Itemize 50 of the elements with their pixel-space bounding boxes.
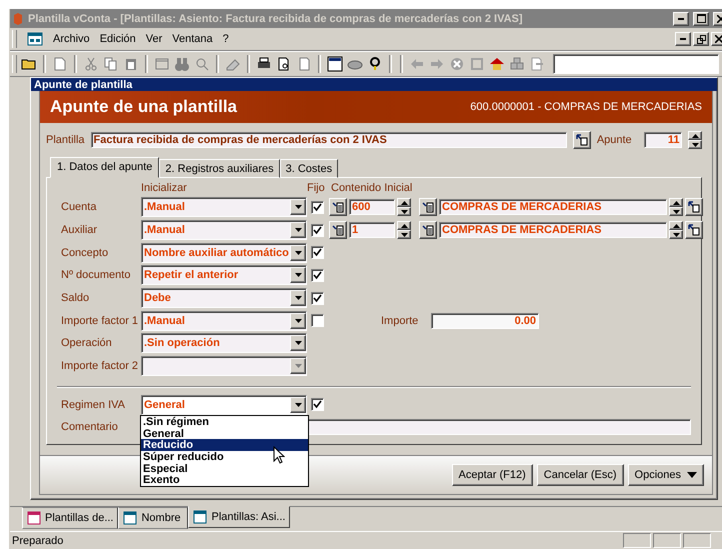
tab[interactable]: 2. Registros auxiliares — [159, 159, 280, 178]
dropdown[interactable]: Repetir el anterior — [141, 265, 307, 286]
column-header: Inicializar — [141, 182, 188, 196]
field-label: Operación — [61, 337, 113, 350]
menu-item[interactable]: Edición — [100, 33, 136, 45]
field-label: Nº documento — [61, 269, 132, 282]
dropdown[interactable]: .Sin operación — [141, 333, 307, 354]
field-label: Cuenta — [61, 201, 98, 214]
name-field[interactable]: COMPRAS DE MERCADERIAS — [439, 222, 667, 238]
field-label: Importe factor 2 — [61, 360, 140, 372]
tab[interactable]: 3. Costes — [280, 159, 338, 178]
tab[interactable]: 1. Datos del apunte — [50, 157, 160, 178]
header-title: Apunte de una plantilla — [50, 97, 238, 117]
menu-item[interactable]: Archivo — [53, 33, 90, 45]
dropdown[interactable]: .Manual — [141, 220, 307, 240]
field-label: Apunte — [596, 134, 632, 146]
field-label: Importe factor 1 — [61, 314, 140, 327]
field-label: Comentario — [61, 421, 119, 434]
apunte-field[interactable]: 11 — [644, 132, 682, 148]
dropdown-option[interactable]: Reducido — [141, 439, 308, 451]
field-label: Concepto — [61, 246, 110, 259]
column-header: Fijo — [307, 182, 326, 196]
header-account: 600.0000001 - COMPRAS DE MERCADERIAS — [470, 101, 702, 113]
plantilla-field[interactable]: Factura recibida de compras de mercaderías con 2 IVAS — [90, 132, 568, 148]
name-field[interactable]: COMPRAS DE MERCADERIAS — [439, 199, 667, 216]
column-header: Contenido Inicial — [330, 182, 414, 196]
code-field[interactable]: 1 — [349, 222, 395, 238]
status-text: Preparado — [12, 534, 64, 546]
field-label: Plantilla — [46, 134, 85, 146]
options-button[interactable]: Opciones — [628, 464, 704, 486]
dropdown[interactable]: .Manual — [141, 197, 307, 218]
menu-item[interactable]: Ventana — [172, 33, 213, 45]
document-tab[interactable]: Plantillas de... — [22, 507, 118, 529]
dialog-title: Apunte de plantilla — [31, 78, 717, 91]
field-label: Saldo — [61, 292, 90, 304]
field-label: Importe — [381, 314, 420, 327]
dropdown[interactable]: Debe — [141, 288, 307, 308]
importe-field[interactable]: 0.00 — [431, 312, 539, 329]
accept-button[interactable]: Aceptar (F12) — [452, 464, 533, 486]
dropdown[interactable]: .Manual — [141, 310, 307, 331]
field-label: Regimen IVA — [61, 398, 126, 411]
window-title: Plantilla vConta - [Plantillas: Asiento: Factura recibida de compras de mercaderías con 2 IVAS] — [28, 12, 524, 24]
code-field[interactable]: 600 — [349, 199, 395, 216]
menu-item[interactable]: ? — [222, 33, 229, 45]
dropdown[interactable]: Nombre auxiliar automático — [141, 242, 307, 263]
cancel-button[interactable]: Cancelar (Esc) — [536, 464, 624, 486]
document-tab[interactable]: Plantillas: Asi... — [188, 506, 290, 528]
menu-item[interactable]: Ver — [146, 33, 162, 45]
field-label: Auxiliar — [61, 224, 98, 236]
document-tab[interactable]: Nombre — [118, 507, 188, 529]
